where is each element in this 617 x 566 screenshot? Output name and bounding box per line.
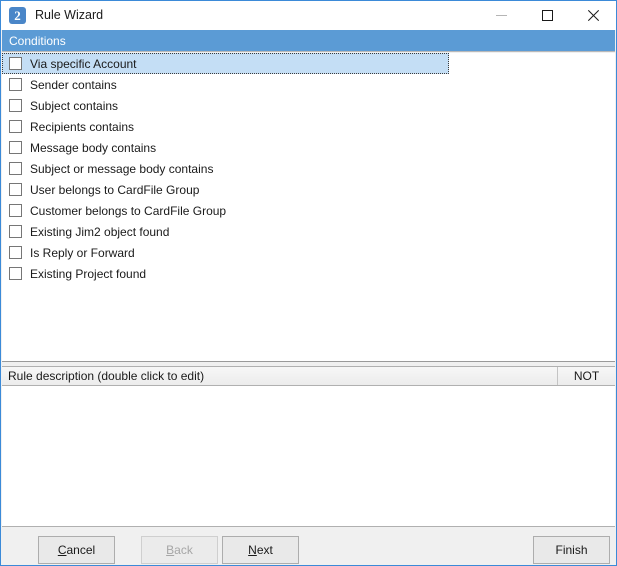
conditions-header: Conditions [2,30,615,52]
back-button: Back [141,536,218,564]
app-icon-glyph: 2 [14,8,21,23]
condition-label: Sender contains [30,77,117,92]
condition-row[interactable]: Customer belongs to CardFile Group [2,200,615,221]
conditions-list[interactable]: Via specific Account Sender contains Subje… [2,53,615,362]
condition-label: Via specific Account [30,56,137,71]
close-icon [587,10,599,21]
rule-description-header: Rule description (double click to edit) … [2,366,615,386]
maximize-icon [541,10,553,21]
condition-checkbox[interactable] [9,183,22,196]
condition-checkbox[interactable] [9,225,22,238]
condition-row[interactable]: Existing Jim2 object found [2,221,615,242]
condition-label: Existing Project found [30,266,147,281]
condition-label: Message body contains [30,140,157,155]
condition-row[interactable]: Message body contains [2,137,615,158]
condition-checkbox[interactable] [9,246,22,259]
minimize-icon [495,15,507,16]
condition-label: Subject contains [30,98,119,113]
condition-row[interactable]: Is Reply or Forward [2,242,615,263]
dialog-button-bar: Cancel Back Next Finish [2,528,615,565]
condition-label: Is Reply or Forward [30,245,135,260]
condition-label: Recipients contains [30,119,135,134]
condition-row[interactable]: Sender contains [2,74,615,95]
close-button[interactable] [570,1,616,30]
condition-label: Existing Jim2 object found [30,224,170,239]
jim2-app-icon: 2 [9,7,26,24]
accelerator-letter: B [166,543,175,557]
condition-row[interactable]: Recipients contains [2,116,615,137]
condition-checkbox[interactable] [9,162,22,175]
condition-checkbox[interactable] [9,267,22,280]
next-button[interactable]: Next [222,536,299,564]
condition-label: User belongs to CardFile Group [30,182,200,197]
condition-row[interactable]: User belongs to CardFile Group [2,179,615,200]
condition-checkbox[interactable] [9,120,22,133]
maximize-button[interactable] [524,1,570,30]
finish-button[interactable]: Finish [533,536,610,564]
condition-row[interactable]: Via specific Account [2,53,615,74]
accelerator-letter: C [57,543,67,557]
rule-description-title-column[interactable]: Rule description (double click to edit) [2,367,558,385]
condition-checkbox[interactable] [9,99,22,112]
cancel-button[interactable]: Cancel [38,536,115,564]
condition-row[interactable]: Subject contains [2,95,615,116]
condition-row[interactable]: Existing Project found [2,263,615,284]
accelerator-letter: N [248,543,257,557]
condition-checkbox[interactable] [9,57,22,70]
condition-checkbox[interactable] [9,78,22,91]
condition-label: Customer belongs to CardFile Group [30,203,227,218]
condition-label: Subject or message body contains [30,161,214,176]
rule-wizard-window: 2 Rule Wizard Conditions Via specific Ac… [0,0,617,566]
title-bar[interactable]: 2 Rule Wizard [1,1,616,30]
condition-checkbox[interactable] [9,141,22,154]
condition-checkbox[interactable] [9,204,22,217]
rule-description-body[interactable] [2,386,615,527]
condition-row[interactable]: Subject or message body contains [2,158,615,179]
minimize-button[interactable] [478,1,524,30]
window-title: Rule Wizard [35,8,104,22]
rule-description-not-column[interactable]: NOT [558,367,615,385]
